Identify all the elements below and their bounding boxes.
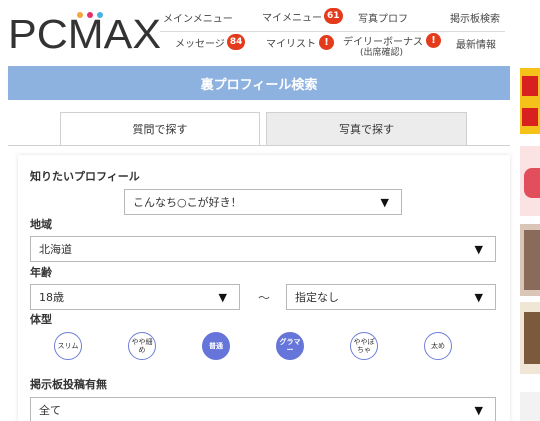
ad-banner-pink <box>520 146 540 216</box>
body-type-normal-label: 普通 <box>209 342 223 350</box>
nav-latest-info[interactable]: 最新情報 <box>456 36 496 51</box>
caret-down-icon: ▼ <box>474 404 483 417</box>
daily-bonus-alert-icon: ! <box>426 33 441 48</box>
body-type-slightly-thin[interactable]: やや細め <box>128 332 156 360</box>
age-label: 年齢 <box>30 266 52 279</box>
age-max-select[interactable]: 指定なし ▼ <box>286 284 496 310</box>
page-title: 裏プロフィール検索 <box>200 77 318 93</box>
nav-message-label: メッセージ <box>175 38 225 50</box>
profile-select-value: こんなち○こが好き！ <box>133 196 242 209</box>
nav-message[interactable]: メッセージ 84 <box>175 34 246 50</box>
page-title-bar: 裏プロフィール検索 <box>8 66 510 100</box>
body-type-slim[interactable]: スリム <box>54 332 82 360</box>
board-post-select-value: 全て <box>39 404 61 417</box>
caret-down-icon: ▼ <box>474 291 483 304</box>
nav-divider <box>160 31 505 32</box>
body-type-glamorous[interactable]: グラマー <box>276 332 304 360</box>
nav-my-list[interactable]: マイリスト ! <box>266 35 334 50</box>
region-select-value: 北海道 <box>39 243 72 256</box>
ad-banner-photo <box>520 224 540 296</box>
nav-latest-info-label: 最新情報 <box>456 40 496 51</box>
nav-board-search-label: 掲示板検索 <box>450 14 500 25</box>
profile-label: 知りたいプロフィール <box>30 170 140 183</box>
nav-daily-bonus-sub: (出席確認) <box>360 48 404 58</box>
nav-main-menu[interactable]: メインメニュー <box>163 10 233 25</box>
ad-banner-yellow <box>520 68 540 134</box>
region-select[interactable]: 北海道 ▼ <box>30 236 496 262</box>
nav-board-search[interactable]: 掲示板検索 <box>450 10 500 25</box>
profile-select[interactable]: こんなち○こが好き！ ▼ <box>124 189 402 215</box>
logo-dots <box>77 12 107 22</box>
board-post-select[interactable]: 全て ▼ <box>30 397 496 421</box>
pcmax-logo[interactable]: PCMAX <box>8 11 161 57</box>
ad-banner-beige <box>520 302 540 374</box>
body-type-slightly-chubby[interactable]: ややぽちゃ <box>350 332 378 360</box>
body-type-slightly-thin-label: やや細め <box>131 338 153 354</box>
caret-down-icon: ▼ <box>380 196 389 209</box>
body-type-normal[interactable]: 普通 <box>202 332 230 360</box>
ad-banner-strip[interactable] <box>520 66 540 421</box>
caret-down-icon: ▼ <box>474 243 483 256</box>
tab-photo-search-label: 写真で探す <box>339 123 394 136</box>
nav-my-menu[interactable]: マイメニュー 61 <box>262 8 343 24</box>
body-type-plump[interactable]: 太め <box>424 332 452 360</box>
my-menu-badge: 61 <box>324 8 343 24</box>
tab-underline <box>8 145 510 146</box>
age-range-separator: 〜 <box>258 291 271 305</box>
board-post-label: 掲示板投稿有無 <box>30 378 107 391</box>
age-min-select[interactable]: 18歳 ▼ <box>30 284 240 310</box>
nav-my-menu-label: マイメニュー <box>262 12 322 24</box>
body-type-slightly-chubby-label: ややぽちゃ <box>353 338 375 354</box>
message-badge: 84 <box>226 34 246 50</box>
nav-photo-profile-label: 写真プロフ <box>358 14 408 25</box>
tab-question-search[interactable]: 質問で探す <box>60 112 260 146</box>
body-type-glamorous-label: グラマー <box>279 338 301 354</box>
tab-photo-search[interactable]: 写真で探す <box>266 112 467 146</box>
body-type-label: 体型 <box>30 313 52 326</box>
body-type-slim-label: スリム <box>57 342 79 350</box>
nav-main-menu-label: メインメニュー <box>163 14 233 25</box>
age-max-value: 指定なし <box>295 291 339 304</box>
nav-photo-profile[interactable]: 写真プロフ <box>358 10 408 25</box>
my-list-alert-icon: ! <box>319 35 334 50</box>
nav-my-list-label: マイリスト <box>266 39 316 50</box>
age-min-value: 18歳 <box>39 291 64 304</box>
caret-down-icon: ▼ <box>218 291 227 304</box>
region-label: 地域 <box>30 218 52 231</box>
site-header: PCMAX メインメニュー マイメニュー 61 写真プロフ 掲示板検索 メッセー… <box>0 0 540 66</box>
ad-banner-gray <box>520 392 540 421</box>
body-type-plump-label: 太め <box>431 342 445 350</box>
tab-question-search-label: 質問で探す <box>132 123 188 136</box>
